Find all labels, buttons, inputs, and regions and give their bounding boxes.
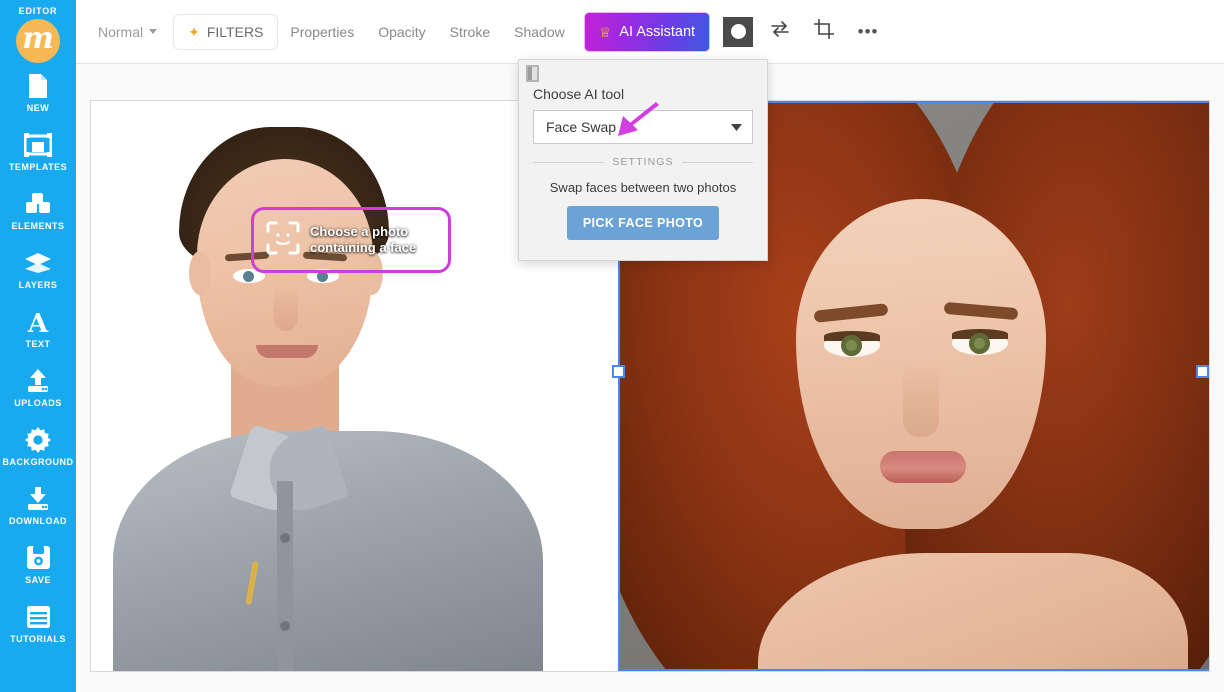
layers-icon bbox=[24, 250, 52, 276]
sidebar-label-layers: LAYERS bbox=[18, 279, 58, 290]
badge-line-1: Choose a photo bbox=[310, 223, 409, 239]
sidebar-item-download[interactable]: DOWNLOAD bbox=[0, 476, 76, 535]
crop-icon bbox=[814, 19, 835, 44]
color-swatch-button[interactable] bbox=[723, 16, 754, 47]
choose-face-photo-badge[interactable]: Choose a photo containing a face bbox=[251, 207, 451, 273]
ai-tool-selected-value: Face Swap bbox=[546, 119, 617, 135]
divider-line-left bbox=[533, 161, 605, 163]
color-circle-icon bbox=[730, 24, 746, 39]
sidebar-label-tutorials: TUTORIALS bbox=[10, 633, 66, 644]
more-options-icon: ••• bbox=[857, 22, 879, 41]
text-a-icon: A bbox=[25, 309, 51, 335]
sidebar-item-tutorials[interactable]: TUTORIALS bbox=[0, 594, 76, 653]
blend-mode-select[interactable]: Normal bbox=[92, 16, 163, 48]
sidebar-label-text: TEXT bbox=[25, 338, 51, 349]
tab-properties[interactable]: Properties bbox=[278, 15, 366, 49]
left-sidebar: EDITOR m NEW TEMPLATES ELEMENTS LAYERS A… bbox=[0, 0, 76, 692]
pick-face-photo-button[interactable]: PICK FACE PHOTO bbox=[566, 206, 720, 240]
image-editor-app: EDITOR m NEW TEMPLATES ELEMENTS LAYERS A… bbox=[0, 0, 1224, 692]
filters-label: FILTERS bbox=[206, 23, 264, 40]
divider-line-right bbox=[681, 161, 753, 163]
man-mouth bbox=[256, 345, 318, 358]
brand-logo-letter: m bbox=[22, 21, 54, 56]
sidebar-item-background[interactable]: BACKGROUND bbox=[0, 417, 76, 476]
ai-tool-description: Swap faces between two photos bbox=[549, 180, 737, 195]
svg-text:A: A bbox=[27, 309, 49, 335]
ai-panel-title: Choose AI tool bbox=[533, 86, 625, 102]
sparkle-icon: ✦ bbox=[188, 23, 200, 40]
chevron-down-icon bbox=[731, 118, 742, 136]
sidebar-label-templates: TEMPLATES bbox=[8, 161, 68, 172]
flip-icon bbox=[770, 21, 790, 42]
templates-icon bbox=[24, 132, 52, 158]
crop-button[interactable] bbox=[807, 15, 841, 49]
resize-handle-left[interactable] bbox=[612, 365, 625, 378]
man-shirt-button-1 bbox=[280, 533, 290, 543]
man-nose bbox=[274, 287, 298, 331]
ai-assistant-button[interactable]: ♕ AI Assistant bbox=[584, 12, 710, 51]
sidebar-label-background: BACKGROUND bbox=[2, 456, 74, 467]
floppy-disk-icon bbox=[26, 545, 51, 571]
sidebar-item-uploads[interactable]: UPLOADS bbox=[0, 358, 76, 417]
settings-divider: SETTINGS bbox=[533, 156, 753, 168]
man-shirt-button-2 bbox=[280, 621, 290, 631]
crown-icon: ♕ bbox=[598, 23, 612, 40]
sidebar-label-uploads: UPLOADS bbox=[14, 397, 62, 408]
tab-shadow[interactable]: Shadow bbox=[502, 15, 577, 49]
woman-eye-left bbox=[824, 331, 880, 357]
badge-line-2: containing a face bbox=[310, 240, 417, 255]
sidebar-label-save: SAVE bbox=[25, 574, 51, 585]
man-ear-left bbox=[189, 251, 211, 295]
brand-logo-icon[interactable]: m bbox=[16, 19, 60, 63]
man-shirt-placket bbox=[277, 481, 293, 671]
sidebar-label-download: DOWNLOAD bbox=[9, 515, 67, 526]
sidebar-item-save[interactable]: SAVE bbox=[0, 535, 76, 594]
sidebar-item-text[interactable]: A TEXT bbox=[0, 299, 76, 358]
more-options-button[interactable]: ••• bbox=[851, 15, 885, 49]
sidebar-item-new[interactable]: NEW bbox=[0, 63, 76, 122]
ai-assistant-label: AI Assistant bbox=[619, 23, 696, 40]
woman-eye-right bbox=[952, 329, 1008, 355]
filters-button[interactable]: ✦ FILTERS bbox=[173, 13, 279, 50]
blend-mode-value: Normal bbox=[98, 23, 144, 40]
sidebar-label-elements: ELEMENTS bbox=[11, 220, 65, 231]
ai-assistant-panel: Choose AI tool Face Swap SETTINGS Swap f… bbox=[518, 59, 768, 261]
brand-label: EDITOR bbox=[18, 6, 58, 16]
top-toolbar: Normal ✦ FILTERS Properties Opacity Stro… bbox=[76, 0, 1224, 64]
woman-lips bbox=[880, 451, 966, 483]
book-icon bbox=[26, 604, 51, 630]
choose-face-photo-text: Choose a photo containing a face bbox=[310, 224, 416, 257]
sidebar-label-new: NEW bbox=[26, 102, 50, 113]
elements-icon bbox=[24, 191, 52, 217]
tab-stroke[interactable]: Stroke bbox=[438, 15, 502, 49]
gear-icon bbox=[25, 426, 51, 453]
face-id-icon bbox=[266, 221, 300, 260]
woman-nose bbox=[903, 363, 939, 437]
flip-button[interactable] bbox=[763, 15, 797, 49]
ai-tool-select[interactable]: Face Swap bbox=[533, 110, 753, 144]
chevron-down-icon bbox=[149, 29, 158, 34]
resize-handle-right[interactable] bbox=[1196, 365, 1209, 378]
settings-label: SETTINGS bbox=[612, 156, 674, 168]
download-icon bbox=[25, 486, 51, 512]
tab-opacity[interactable]: Opacity bbox=[366, 15, 437, 49]
page-icon bbox=[26, 73, 50, 99]
sidebar-item-layers[interactable]: LAYERS bbox=[0, 240, 76, 299]
sidebar-item-templates[interactable]: TEMPLATES bbox=[0, 122, 76, 181]
brand-block[interactable]: EDITOR m bbox=[0, 0, 76, 63]
panel-thumbnail-icon bbox=[526, 65, 539, 82]
upload-icon bbox=[25, 368, 51, 394]
sidebar-item-elements[interactable]: ELEMENTS bbox=[0, 181, 76, 240]
